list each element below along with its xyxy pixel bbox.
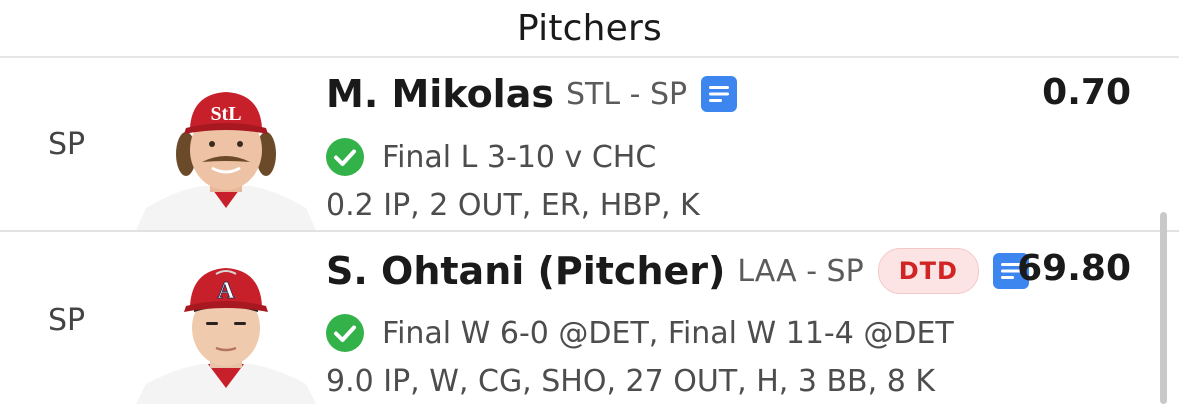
player-row[interactable]: SP StL M. Mikolas STL - SP Final L 3-10 …	[0, 58, 1179, 232]
check-circle-icon	[326, 314, 364, 352]
game-result: Final L 3-10 v CHC	[382, 139, 657, 175]
player-avatar[interactable]: StL	[136, 58, 316, 230]
fantasy-points: 0.70	[1042, 72, 1131, 113]
scrollbar[interactable]	[1160, 212, 1167, 404]
game-status-line: Final W 6-0 @DET, Final W 11-4 @DET	[326, 314, 954, 352]
player-row[interactable]: SP A S. Ohtani (Pitcher) LAA - SP DTD Fi…	[0, 232, 1179, 404]
svg-text:StL: StL	[210, 103, 241, 125]
team-position: LAA - SP	[737, 253, 864, 289]
section-title: Pitchers	[517, 7, 662, 49]
check-circle-icon	[326, 138, 364, 176]
stat-line: 0.2 IP, 2 OUT, ER, HBP, K	[326, 188, 700, 223]
player-name[interactable]: S. Ohtani (Pitcher)	[326, 249, 725, 293]
roster-position: SP	[48, 303, 86, 338]
game-result: Final W 6-0 @DET, Final W 11-4 @DET	[382, 315, 954, 351]
game-status-line: Final L 3-10 v CHC	[326, 138, 656, 176]
player-name[interactable]: M. Mikolas	[326, 72, 554, 116]
roster-position: SP	[48, 127, 86, 162]
team-position: STL - SP	[565, 76, 688, 112]
player-name-line: M. Mikolas STL - SP	[326, 72, 738, 116]
fantasy-points: 69.80	[1017, 248, 1131, 289]
status-badge: DTD	[877, 248, 979, 294]
section-header: Pitchers	[0, 0, 1179, 58]
player-avatar[interactable]: A	[136, 232, 316, 404]
stat-line: 9.0 IP, W, CG, SHO, 27 OUT, H, 3 BB, 8 K	[326, 364, 936, 399]
notes-icon[interactable]	[701, 76, 738, 112]
player-name-line: S. Ohtani (Pitcher) LAA - SP DTD	[326, 248, 1029, 294]
svg-text:A: A	[217, 278, 235, 304]
